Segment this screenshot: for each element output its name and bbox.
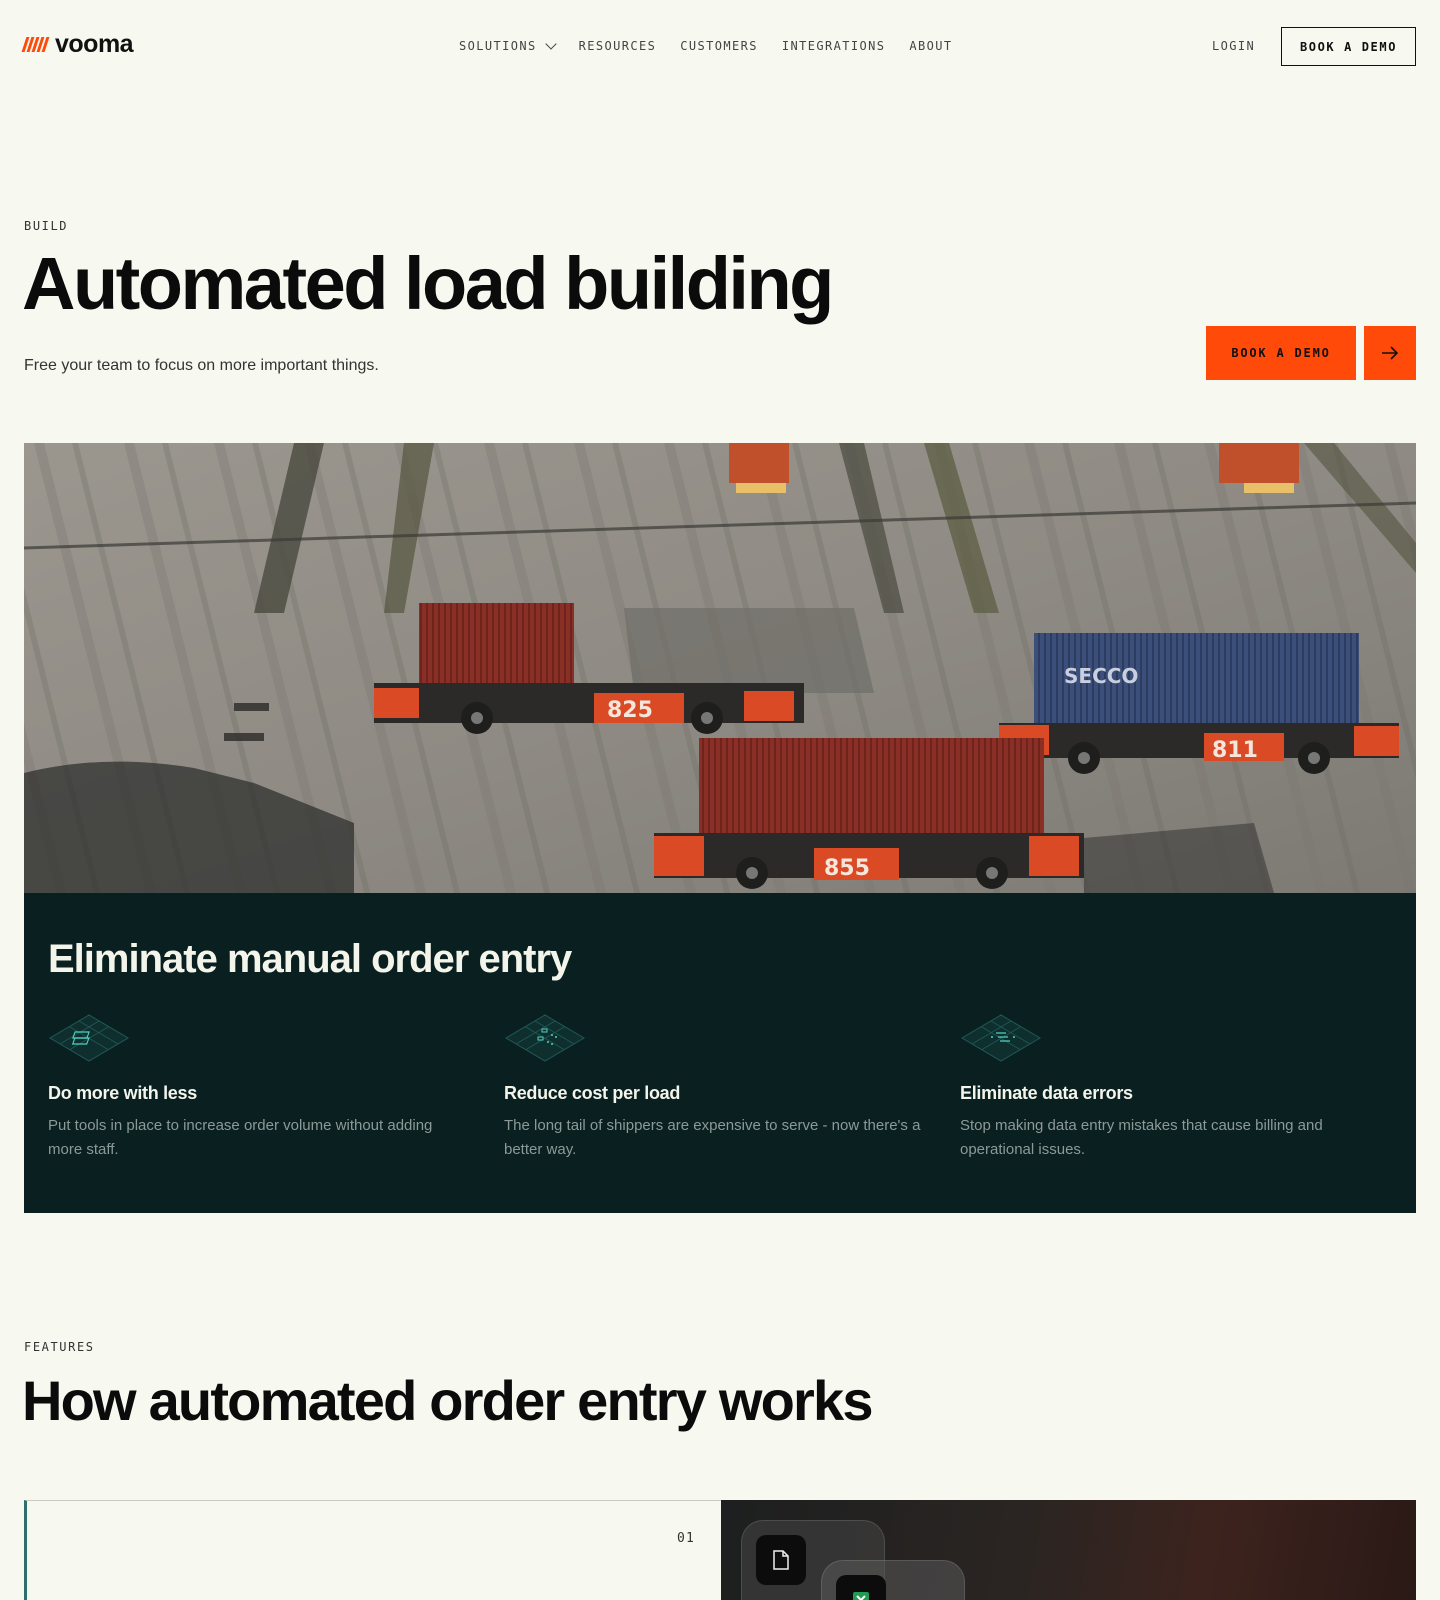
chevron-down-icon [544,38,557,50]
benefit-card: Reduce cost per load The long tail of sh… [504,1013,924,1162]
logo-text: vooma [55,30,134,58]
feature-step-card[interactable]: 01 [24,1500,721,1600]
document-icon [773,1550,789,1570]
nav-integrations[interactable]: INTEGRATIONS [782,39,886,53]
benefit-description: The long tail of shippers are expensive … [504,1117,921,1158]
nav-about[interactable]: ABOUT [909,39,952,53]
benefits-title: Eliminate manual order entry [48,937,572,981]
hero-image: 825 SECCO 811 855 [24,443,1416,893]
port-trucks-illustration: 825 SECCO 811 855 [24,443,1416,893]
spreadsheet-icon [853,1592,869,1600]
grid-cost-icon [505,1014,585,1062]
benefit-description: Put tools in place to increase order vol… [48,1117,433,1158]
benefit-card: Do more with less Put tools in place to … [48,1013,468,1162]
features-title: How automated order entry works [22,1369,874,1432]
spreadsheet-tile [836,1575,886,1600]
arrow-right-icon [1382,346,1399,360]
benefit-title: Reduce cost per load [504,1083,681,1103]
spreadsheet-card [821,1560,965,1600]
feature-step-number: 01 [676,1531,695,1546]
logo-mark-icon [21,37,50,52]
benefits-panel: Eliminate manual order entry Do more wit… [24,893,1416,1213]
benefit-card: Eliminate data errors Stop making data e… [960,1013,1380,1162]
truck-number-855: 855 [824,856,870,881]
hero-book-demo-button[interactable]: BOOK A DEMO [1206,326,1356,380]
nav-solutions-label: SOLUTIONS [459,39,537,53]
features-eyebrow: FEATURES [24,1340,95,1354]
grid-stack-icon [49,1014,129,1062]
container-brand: SECCO [1064,664,1138,688]
document-tile [756,1535,806,1585]
truck-number-825: 825 [607,698,653,723]
top-nav: vooma SOLUTIONS RESOURCES CUSTOMERS INTE… [0,0,1440,92]
hero-subtitle: Free your team to focus on more importan… [24,357,379,374]
benefit-title: Eliminate data errors [960,1083,1133,1103]
truck-number-811: 811 [1212,738,1258,763]
nav-resources[interactable]: RESOURCES [579,39,657,53]
login-link[interactable]: LOGIN [1212,39,1255,53]
grid-errors-icon [961,1014,1041,1062]
nav-book-demo-button[interactable]: BOOK A DEMO [1281,27,1416,66]
hero-title: Automated load building [22,242,834,325]
feature-visual [721,1500,1416,1600]
main-nav: SOLUTIONS RESOURCES CUSTOMERS INTEGRATIO… [459,38,977,53]
nav-solutions[interactable]: SOLUTIONS [459,38,557,53]
hero-eyebrow: BUILD [24,219,69,233]
benefit-description: Stop making data entry mistakes that cau… [960,1117,1323,1158]
logo[interactable]: vooma [21,30,134,58]
hero-arrow-button[interactable] [1364,326,1416,380]
nav-customers[interactable]: CUSTOMERS [680,39,758,53]
benefit-title: Do more with less [48,1083,197,1103]
